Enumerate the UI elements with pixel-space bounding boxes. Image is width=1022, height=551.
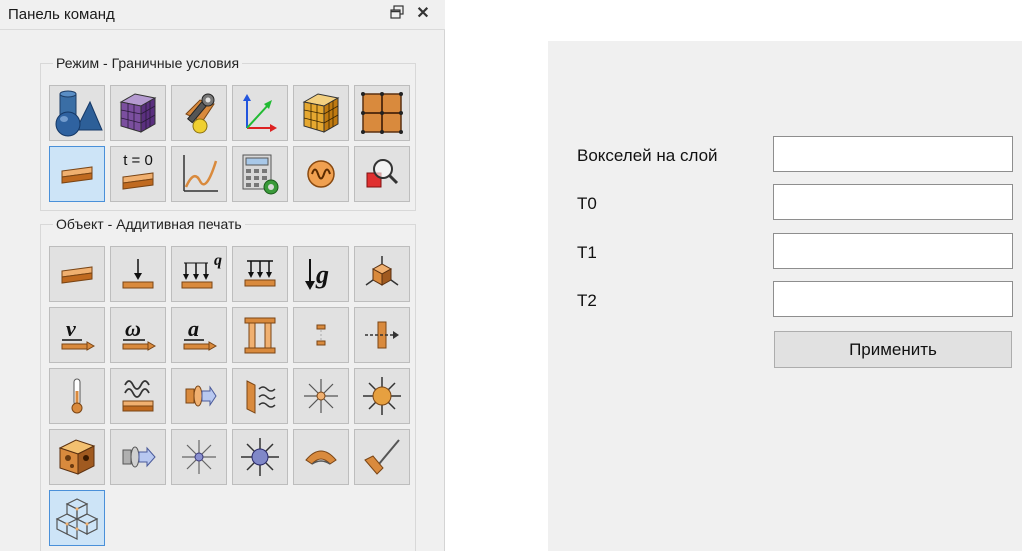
radiation-icon [304,379,338,413]
plate-icon [61,266,93,284]
radiation-button[interactable] [293,368,349,424]
command-panel: Панель команд ✕ Режим - Граничные услови… [0,0,445,551]
acceleration-button[interactable]: a [171,307,227,363]
column-support-button[interactable] [232,307,288,363]
distributed-load-button[interactable]: q [171,246,227,302]
gravity-icon: g [305,259,329,290]
contact-gap-icon [316,324,326,346]
thermometer-button[interactable] [49,368,105,424]
t2-input[interactable] [773,281,1013,317]
light-point-button[interactable] [171,429,227,485]
lattice-structure-icon [55,498,99,540]
point-load-button[interactable] [110,246,166,302]
plate-button[interactable] [49,146,105,202]
voxel-cube-button[interactable] [293,85,349,141]
rotate-object-icon [365,256,399,286]
heat-source-button[interactable] [171,368,227,424]
t2-label: T2 [577,291,597,310]
heat-transfer-icon [122,446,156,468]
oscillation-icon [307,160,335,188]
thermometer-icon [71,378,83,414]
v-label: v [66,316,76,341]
wrench-settings-button[interactable] [171,85,227,141]
pressure-load-icon [244,260,276,287]
apply-button[interactable]: Применить [774,331,1012,368]
heat-source-icon [185,385,217,407]
lattice-structure-button[interactable] [49,490,105,546]
convection-button[interactable] [232,368,288,424]
calculator-button[interactable] [232,146,288,202]
geometry-shapes-icon [55,90,103,137]
panel-header: Панель команд ✕ [0,0,445,30]
plate-icon [61,166,93,184]
sun-radiation-button[interactable] [354,368,410,424]
group-object-additive-printing: Объект - Аддитивная печать q g v ω a [40,215,416,551]
coordinate-axes-icon [243,94,277,132]
pressure-load-button[interactable] [232,246,288,302]
voxels-per-layer-input[interactable] [773,136,1013,172]
point-load-icon [122,259,154,289]
initial-temperature-icon: t = 0 [122,152,154,190]
t1-input[interactable] [773,233,1013,269]
g-label: g [315,260,329,289]
distributed-load-icon: q [181,252,222,289]
group-title: Режим - Граничные условия [53,54,243,72]
q-label: q [214,252,222,269]
restore-window-icon[interactable] [388,5,406,23]
acceleration-icon: a [183,316,218,351]
brush-tool-button[interactable] [354,429,410,485]
oscillation-button[interactable] [293,146,349,202]
close-icon[interactable]: ✕ [414,5,432,23]
t0-input[interactable] [773,184,1013,220]
grid-layout-icon [361,92,403,134]
velocity-icon: v [61,316,96,351]
brush-tool-icon [364,439,400,475]
voxel-mesh-button[interactable] [110,85,166,141]
voxel-mesh-icon [119,93,157,133]
velocity-button[interactable]: v [49,307,105,363]
a-label: a [188,316,199,341]
initial-temperature-button[interactable]: t = 0 [110,146,166,202]
gravity-button[interactable]: g [293,246,349,302]
t0-label: T0 [577,194,597,213]
voxel-cube-icon [302,93,340,133]
sun-radiation-icon [363,377,401,415]
omega-label: ω [125,316,141,341]
coordinate-axes-button[interactable] [232,85,288,141]
plate-button[interactable] [49,246,105,302]
calculator-icon [242,154,279,195]
group-title: Объект - Аддитивная печать [53,215,245,233]
angular-velocity-button[interactable]: ω [110,307,166,363]
panel-title: Панель команд [8,6,115,23]
graph-chart-button[interactable] [171,146,227,202]
search-zoom-icon [366,159,399,188]
section-cut-icon [365,321,399,349]
cheese-block-button[interactable] [49,429,105,485]
heat-flux-icon [122,380,154,412]
angular-velocity-icon: ω [122,316,157,351]
search-zoom-button[interactable] [354,146,410,202]
light-sphere-icon [241,438,279,476]
t0-label: t = 0 [123,152,153,169]
t1-label: T1 [577,243,597,262]
light-sphere-button[interactable] [232,429,288,485]
rubber-seal-button[interactable] [293,429,349,485]
voxel-settings-form: Вокселей на слой T0 T1 T2 Применить [548,41,1022,551]
wrench-settings-icon [185,93,215,134]
contact-gap-button[interactable] [293,307,349,363]
geometry-shapes-button[interactable] [49,85,105,141]
section-cut-button[interactable] [354,307,410,363]
graph-chart-icon [183,155,218,192]
cheese-block-icon [58,439,96,475]
rubber-seal-icon [305,450,337,465]
heat-flux-button[interactable] [110,368,166,424]
column-support-icon [244,317,276,354]
group-mode-boundary-conditions: Режим - Граничные условия t = 0 [40,54,416,211]
voxels-per-layer-label: Вокселей на слой [577,146,718,165]
grid-layout-button[interactable] [354,85,410,141]
rotate-object-button[interactable] [354,246,410,302]
convection-icon [246,380,276,414]
heat-transfer-button[interactable] [110,429,166,485]
light-point-icon [182,440,216,474]
